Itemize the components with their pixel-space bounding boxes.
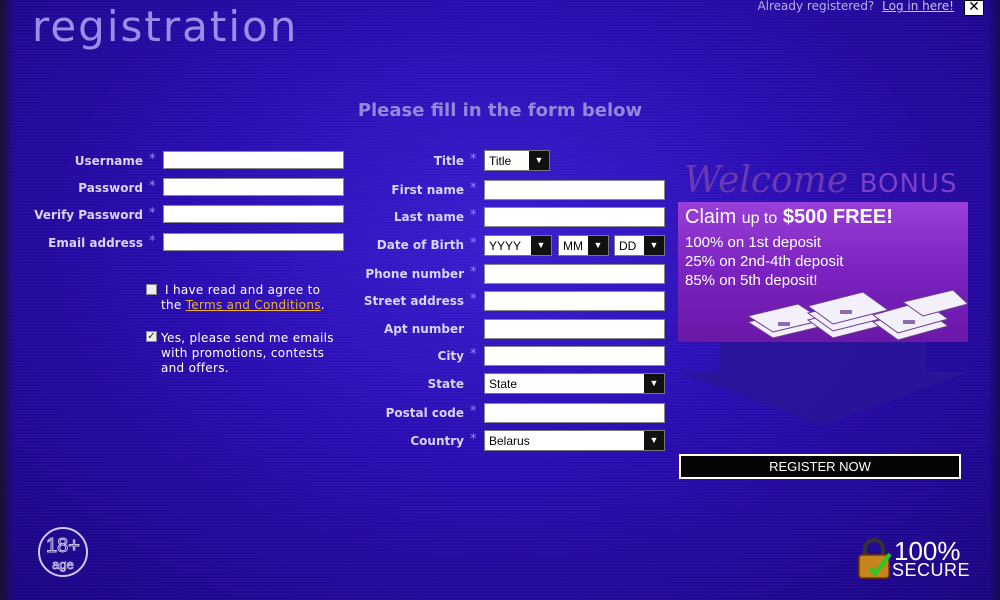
- username-input[interactable]: [163, 151, 344, 169]
- last-name-required-mark: *: [470, 208, 477, 223]
- terms-checkbox[interactable]: [146, 284, 157, 295]
- promo-claim: Claim up to $500 FREE!: [685, 206, 893, 229]
- money-stacks-icon: [746, 289, 968, 341]
- already-registered-text: Already registered?: [757, 0, 875, 13]
- first-name-required-mark: *: [470, 181, 477, 196]
- city-input[interactable]: [484, 346, 665, 366]
- already-registered: Already registered? Log in here!: [757, 0, 954, 13]
- username-label: Username: [74, 154, 143, 168]
- title-select[interactable]: Title ▼: [484, 150, 550, 171]
- promo-body: Claim up to $500 FREE! 100% on 1st depos…: [678, 202, 968, 342]
- register-now-button[interactable]: REGISTER NOW: [679, 454, 961, 479]
- phone-label: Phone number: [365, 267, 464, 281]
- close-button[interactable]: ✕: [964, 0, 984, 16]
- city-label: City: [437, 349, 464, 363]
- apt-label: Apt number: [383, 322, 464, 336]
- dob-year-select[interactable]: YYYY ▼: [484, 235, 552, 256]
- username-required-mark: *: [149, 152, 156, 167]
- secure-badge: 100% SECURE: [856, 536, 976, 582]
- title-select-value: Title: [489, 154, 512, 168]
- dob-month-value: MM: [563, 239, 583, 253]
- password-input[interactable]: [163, 178, 344, 196]
- dob-day-select[interactable]: DD ▼: [614, 235, 665, 256]
- terms-text-the: the: [161, 298, 182, 312]
- left-edge-shadow: [0, 0, 14, 600]
- age-number: 18+: [46, 535, 80, 557]
- login-link[interactable]: Log in here!: [882, 0, 954, 13]
- dob-required-mark: *: [470, 236, 477, 251]
- chevron-down-icon: ▼: [644, 374, 664, 393]
- terms-text: I have read and agree to the Terms and C…: [161, 283, 351, 313]
- secure-text: SECURE: [892, 560, 971, 580]
- promo-claim-word: Claim: [685, 206, 737, 228]
- promo-bonus: BONUS: [859, 169, 958, 199]
- promo-emails-checkbox[interactable]: ✓: [146, 331, 157, 342]
- email-input[interactable]: [163, 233, 344, 251]
- state-select-value: State: [489, 377, 518, 391]
- phone-input[interactable]: [484, 264, 665, 284]
- promo-welcome: Welcome: [684, 160, 849, 201]
- verify-password-input[interactable]: [163, 205, 344, 223]
- country-select-value: Belarus: [489, 434, 530, 448]
- first-name-label: First name: [391, 183, 464, 197]
- terms-link[interactable]: Terms and Conditions: [186, 298, 321, 312]
- phone-required-mark: *: [470, 265, 477, 280]
- street-input[interactable]: [484, 291, 665, 311]
- verify-password-required-mark: *: [149, 206, 156, 221]
- apt-input[interactable]: [484, 319, 665, 339]
- state-label: State: [427, 377, 464, 391]
- postal-input[interactable]: [484, 403, 665, 423]
- chevron-down-icon: ▼: [644, 236, 664, 255]
- title-label: Title: [433, 154, 464, 168]
- password-label: Password: [78, 181, 143, 195]
- age-text: age: [52, 557, 74, 572]
- promo-line-1: 100% on 1st deposit: [685, 234, 821, 251]
- chevron-down-icon: ▼: [529, 151, 549, 170]
- first-name-input[interactable]: [484, 180, 665, 200]
- promo-claim-upto: up to: [741, 210, 778, 227]
- verify-password-label: Verify Password: [34, 208, 143, 222]
- terms-text-dot: .: [320, 298, 325, 312]
- title-required-mark: *: [470, 152, 477, 167]
- welcome-bonus-banner: Welcome BONUS Claim up to $500 FREE! 100…: [678, 160, 970, 342]
- promo-claim-amount: $500 FREE!: [782, 206, 893, 228]
- street-label: Street address: [363, 294, 464, 308]
- age-18-plus-icon: 18+ age: [38, 527, 88, 577]
- state-select[interactable]: State ▼: [484, 373, 665, 394]
- postal-label: Postal code: [385, 406, 464, 420]
- dob-day-value: DD: [619, 239, 637, 253]
- email-label: Email address: [48, 236, 143, 250]
- arrow-down-icon: [678, 342, 968, 426]
- street-required-mark: *: [470, 292, 477, 307]
- chevron-down-icon: ▼: [531, 236, 551, 255]
- right-edge-shadow: [988, 0, 1000, 600]
- password-required-mark: *: [149, 179, 156, 194]
- form-subtitle: Please fill in the form below: [357, 100, 643, 121]
- last-name-label: Last name: [393, 210, 464, 224]
- chevron-down-icon: ▼: [644, 431, 664, 450]
- chevron-down-icon: ▼: [588, 236, 608, 255]
- dob-label: Date of Birth: [376, 238, 464, 252]
- email-required-mark: *: [149, 234, 156, 249]
- country-required-mark: *: [470, 432, 477, 447]
- dob-month-select[interactable]: MM ▼: [558, 235, 609, 256]
- promo-emails-text: Yes, please send me emails with promotio…: [161, 331, 334, 375]
- postal-required-mark: *: [470, 404, 477, 419]
- page-title: registration: [32, 2, 299, 51]
- dob-year-value: YYYY: [489, 239, 522, 253]
- country-label: Country: [410, 434, 464, 448]
- promo-line-2: 25% on 2nd-4th deposit: [685, 253, 844, 270]
- country-select[interactable]: Belarus ▼: [484, 430, 665, 451]
- padlock-icon: [858, 538, 892, 579]
- promo-heading: Welcome BONUS: [684, 160, 957, 201]
- city-required-mark: *: [470, 347, 477, 362]
- last-name-input[interactable]: [484, 207, 665, 227]
- terms-text-line1: I have read and agree to: [165, 283, 321, 297]
